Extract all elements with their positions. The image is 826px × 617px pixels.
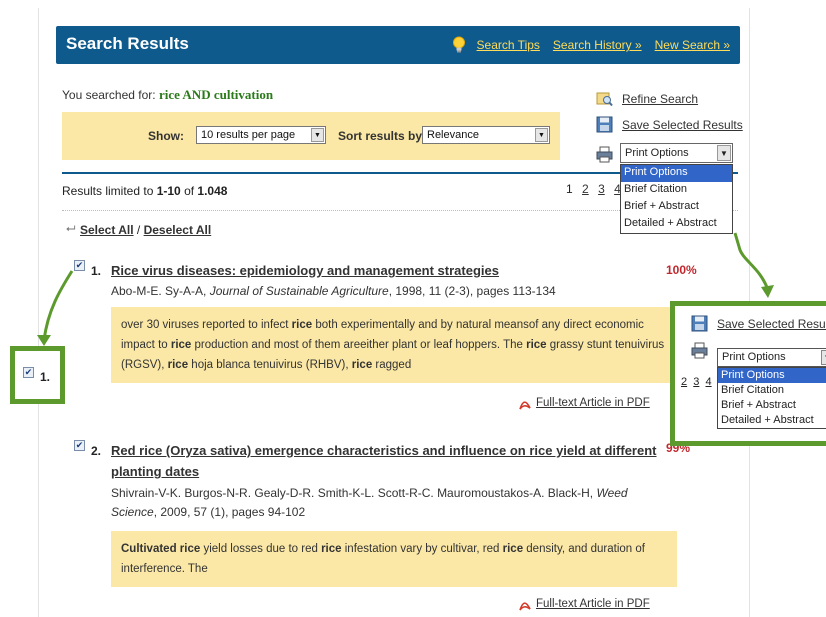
save-icon	[691, 315, 708, 332]
relevance-score: 100%	[666, 263, 697, 277]
print-icon	[596, 146, 613, 163]
sort-value: Relevance	[427, 129, 479, 141]
results-summary-prefix: Results limited to	[62, 184, 157, 198]
result-title-link[interactable]: Red rice (Oryza sativa) emergence charac…	[111, 441, 657, 460]
search-query: You searched for: rice AND cultivation	[62, 87, 273, 103]
sort-select[interactable]: Relevance ▼	[422, 126, 550, 144]
pagination: 1 2 3 4	[566, 182, 627, 196]
arrow-icon: ⮠	[66, 221, 76, 235]
refine-search-link[interactable]: Refine Search	[622, 92, 698, 106]
callout-option: Brief Citation	[721, 384, 784, 396]
full-text-pdf-link[interactable]: Full-text Article in PDF	[536, 397, 650, 409]
select-arrow-icon: ▼	[717, 145, 731, 161]
checkbox-icon[interactable]: ✔	[74, 440, 85, 451]
pdf-link-wrap: Full-text Article in PDF	[519, 397, 650, 410]
page-link[interactable]: 2	[582, 182, 589, 196]
checkbox-callout: ✔ 1.	[10, 346, 65, 404]
page-current: 1	[566, 182, 573, 196]
result-authors: Shivrain-V-K. Burgos-N-R. Gealy-D-R. Smi…	[111, 486, 597, 500]
search-tips-link[interactable]: Search Tips	[477, 38, 540, 52]
result-citation-details: , 2009, 57 (1), pages 94-102	[153, 505, 306, 519]
results-summary-of: of	[180, 184, 198, 198]
save-icon	[596, 116, 613, 133]
search-history-link[interactable]: Search History »	[553, 38, 642, 52]
print-option-item[interactable]: Detailed + Abstract	[621, 216, 732, 233]
results-per-page-value: 10 results per page	[201, 129, 296, 141]
callout-print-value: Print Options	[722, 351, 786, 363]
checkbox-icon[interactable]: ✔	[74, 260, 85, 271]
print-option-item[interactable]: Print Options	[621, 165, 732, 182]
pdf-icon	[519, 602, 531, 611]
show-label: Show:	[148, 129, 184, 143]
results-range: 1-10	[156, 184, 181, 198]
callout-option: Brief + Abstract	[721, 399, 796, 411]
results-summary: Results limited to 1-10 of 1.048	[62, 184, 227, 198]
result-citation: Shivrain-V-K. Burgos-N-R. Gealy-D-R. Smi…	[111, 484, 681, 522]
page-link[interactable]: 3	[598, 182, 605, 196]
result-citation-details: , 1998, 11 (2-3), pages 113-134	[388, 284, 556, 298]
select-arrow-icon: ▼	[311, 128, 324, 142]
page-link: 3	[693, 376, 700, 388]
select-controls: ⮠ Select All / Deselect All	[66, 221, 212, 237]
select-arrow-icon: ▼	[821, 350, 826, 365]
header-links: Search Tips Search History » New Search »	[464, 38, 730, 52]
callout-print-select: Print Options ▼	[717, 348, 826, 367]
result-snippet: Cultivated rice yield losses due to red …	[111, 531, 677, 587]
print-icon	[691, 342, 708, 359]
select-separator: /	[133, 223, 144, 237]
result-journal: Weed	[596, 486, 628, 500]
search-results-header: Search Results Search Tips Search History…	[56, 26, 740, 64]
save-selected-results-link[interactable]: Save Selected Results	[622, 118, 743, 132]
callout-save-link[interactable]: Save Selected Results	[717, 317, 826, 331]
print-option-item[interactable]: Brief + Abstract	[621, 199, 732, 216]
result-citation: Abo-M-E. Sy-A-A, Journal of Sustainable …	[111, 282, 556, 301]
search-query-prefix: You searched for:	[62, 88, 156, 102]
select-all-link[interactable]: Select All	[80, 223, 134, 237]
callout-print-dropdown: Print Options Brief Citation Brief + Abs…	[717, 367, 826, 429]
callout-pager: 2 3 4	[681, 376, 712, 388]
results-total: 1.048	[197, 184, 228, 198]
result-snippet: over 30 viruses reported to infect rice …	[111, 307, 677, 383]
result-number: 1.	[91, 264, 102, 278]
callout-number: 1.	[40, 370, 51, 384]
result-title-link[interactable]: Rice virus diseases: epidemiology and ma…	[111, 261, 499, 280]
print-options-dropdown: Print Options Brief Citation Brief + Abs…	[620, 164, 733, 234]
full-text-pdf-link[interactable]: Full-text Article in PDF	[536, 598, 650, 610]
deselect-all-link[interactable]: Deselect All	[144, 223, 212, 237]
page-link: 2	[681, 376, 688, 388]
page-link: 4	[705, 376, 712, 388]
search-query-term: rice AND cultivation	[158, 87, 274, 102]
print-option-item[interactable]: Brief Citation	[621, 182, 732, 199]
callout-arrowhead-right	[761, 285, 774, 298]
page-title: Search Results	[66, 34, 189, 53]
pdf-link-wrap: Full-text Article in PDF	[519, 598, 650, 611]
callout-option: Print Options	[718, 368, 826, 383]
result-number: 2.	[91, 444, 102, 458]
print-options-select[interactable]: Print Options ▼	[620, 143, 733, 163]
result-journal-cont: Science	[111, 505, 154, 519]
results-per-page-select[interactable]: 10 results per page ▼	[196, 126, 326, 144]
print-options-callout: Save Selected Results Print Options ▼ 2 …	[670, 301, 826, 446]
sort-label: Sort results by:	[338, 129, 427, 143]
result-authors: Abo-M-E. Sy-A-A,	[111, 284, 210, 298]
result-title-link-cont[interactable]: planting dates	[111, 462, 199, 481]
checkbox-icon: ✔	[23, 367, 34, 378]
select-arrow-icon: ▼	[535, 128, 548, 142]
print-options-value: Print Options	[625, 147, 689, 159]
pdf-icon	[519, 401, 531, 410]
callout-option: Detailed + Abstract	[721, 414, 814, 426]
new-search-link[interactable]: New Search »	[655, 38, 730, 52]
results-options-bar: Show: 10 results per page ▼ Sort results…	[62, 112, 560, 160]
result-journal: Journal of Sustainable Agriculture	[209, 284, 389, 298]
refine-icon	[596, 92, 613, 107]
